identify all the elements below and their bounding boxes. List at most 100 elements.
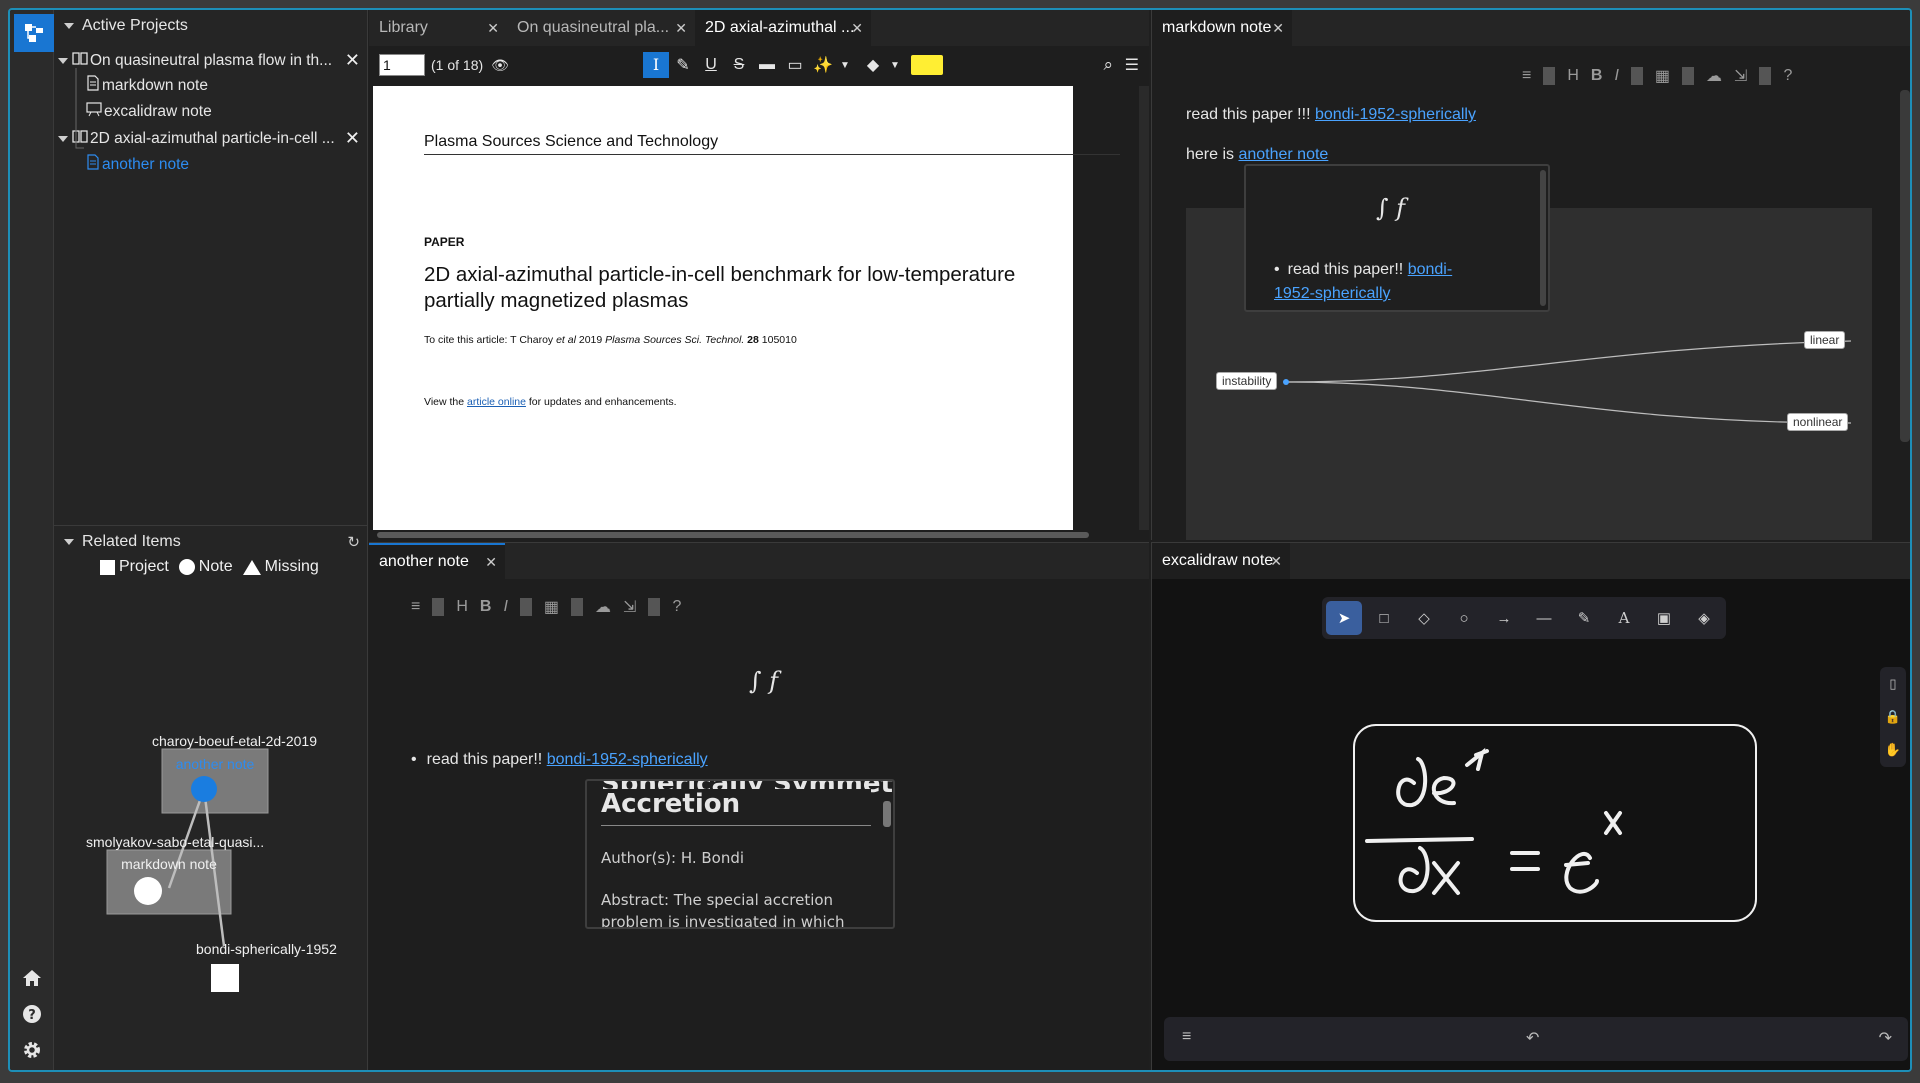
pdf-page[interactable]: Plasma Sources Science and Technology PA… <box>373 86 1120 530</box>
italic-icon[interactable]: I <box>497 598 513 616</box>
align-icon[interactable]: ≡ <box>1516 67 1537 85</box>
horizontal-scrollbar[interactable] <box>377 532 1089 538</box>
close-tab-icon[interactable]: ✕ <box>1270 553 1282 570</box>
another-note-link[interactable]: another note <box>1238 146 1328 163</box>
library-icon[interactable]: ▯ <box>1889 676 1896 692</box>
project-row[interactable]: 2D axial-azimuthal particle-in-cell ... … <box>56 126 366 151</box>
close-tab-icon[interactable]: ✕ <box>851 20 863 37</box>
help-icon[interactable]: ? <box>666 598 687 616</box>
tab-quasineutral[interactable]: On quasineutral pla... ✕ <box>507 10 695 46</box>
text-cursor-icon[interactable]: I <box>643 52 669 78</box>
tree-item-excalidraw-note[interactable]: excalidraw note <box>86 99 212 124</box>
mindmap-node[interactable]: nonlinear <box>1787 413 1849 431</box>
tab-library[interactable]: Library ✕ <box>369 10 507 46</box>
diamond-tool-icon[interactable]: ◇ <box>1406 609 1442 627</box>
heading-icon[interactable]: H <box>1561 67 1585 85</box>
chevron-down-icon[interactable]: ▼ <box>887 60 903 71</box>
tab-another-note[interactable]: another note ✕ <box>369 543 505 579</box>
related-items-panel: Related Items ↻ Project Note Missing cha… <box>54 525 368 1070</box>
rectangle-icon[interactable]: ▬ <box>753 56 781 74</box>
close-project-icon[interactable]: ✕ <box>345 50 360 71</box>
markdown-toolbar: ≡ H B I ▦ ☁ ⇲ ? <box>405 597 687 617</box>
bold-icon[interactable]: B <box>474 598 498 616</box>
lock-icon[interactable]: 🔒 <box>1885 709 1901 725</box>
italic-icon[interactable]: I <box>1608 67 1624 85</box>
export-icon[interactable]: ⇲ <box>1728 66 1753 86</box>
ellipse-tool-icon[interactable]: ○ <box>1446 610 1482 627</box>
graph-project-node[interactable] <box>211 964 239 992</box>
markdown-line: read this paper !!! bondi-1952-spherical… <box>1186 106 1476 123</box>
tab-markdown-note[interactable]: markdown note ✕ <box>1152 10 1292 46</box>
close-project-icon[interactable]: ✕ <box>345 128 360 149</box>
chevron-down-icon[interactable] <box>64 23 74 29</box>
select-arrow-icon[interactable]: ➤ <box>1326 601 1362 635</box>
project-row[interactable]: On quasineutral plasma flow in th... ✕ <box>56 48 366 73</box>
table-icon[interactable]: ▦ <box>1649 66 1676 86</box>
rectangle-tool-icon[interactable]: □ <box>1366 610 1402 627</box>
close-tab-icon[interactable]: ✕ <box>487 20 499 37</box>
app-logo-icon[interactable] <box>14 14 54 52</box>
close-tab-icon[interactable]: ✕ <box>485 554 497 571</box>
excalidraw-pane: excalidraw note ✕ ➤ □ ◇ ○ → — ✎ A ▣ ◈ ▯ 🔒… <box>1151 542 1910 1070</box>
graph-note-node[interactable] <box>134 877 162 905</box>
menu-icon[interactable]: ≡ <box>1182 1028 1191 1046</box>
pencil-tool-icon[interactable]: ✎ <box>1566 609 1602 627</box>
excalidraw-drawing[interactable] <box>1352 723 1772 923</box>
outline-list-icon[interactable]: ☰ <box>1125 55 1139 75</box>
chevron-down-icon[interactable]: ▼ <box>837 60 853 71</box>
highlight-color-swatch[interactable] <box>911 55 943 75</box>
chevron-down-icon[interactable] <box>58 57 68 64</box>
project-title: 2D axial-azimuthal particle-in-cell ... <box>90 129 335 147</box>
bold-icon[interactable]: B <box>1585 67 1609 85</box>
tree-item-markdown-note[interactable]: markdown note <box>86 73 208 98</box>
close-tab-icon[interactable]: ✕ <box>1272 20 1284 37</box>
eye-icon[interactable]: 👁 <box>491 57 509 74</box>
bondi-link[interactable]: bondi- <box>1408 261 1452 278</box>
line-tool-icon[interactable]: — <box>1526 610 1562 627</box>
tree-guides <box>75 68 84 149</box>
mindmap-node-root[interactable]: instability <box>1216 372 1278 390</box>
reference-hover-popup: Spherically Symmetrical Accretion Author… <box>585 779 895 929</box>
tab-2d-axial[interactable]: 2D axial-azimuthal ... ✕ <box>695 10 871 46</box>
active-projects-header[interactable]: Active Projects <box>54 10 367 42</box>
arrow-tool-icon[interactable]: → <box>1486 610 1522 627</box>
heading-icon[interactable]: H <box>450 598 474 616</box>
search-icon[interactable]: ⌕ <box>1103 55 1113 75</box>
undo-icon[interactable]: ↶ <box>1526 1028 1539 1048</box>
text-tool-icon[interactable]: A <box>1606 609 1642 627</box>
popup-scrollbar[interactable] <box>883 801 891 827</box>
align-icon[interactable]: ≡ <box>405 598 426 616</box>
bondi-link[interactable]: bondi-1952-spherically <box>547 751 708 768</box>
popup-scrollbar[interactable] <box>1540 170 1546 306</box>
bondi-link[interactable]: 1952-spherically <box>1274 285 1391 302</box>
eraser-icon[interactable]: ◆ <box>859 55 887 75</box>
vertical-scrollbar[interactable] <box>1139 86 1149 530</box>
mindmap-node[interactable]: linear <box>1804 331 1846 349</box>
eraser-tool-icon[interactable]: ◈ <box>1686 609 1722 627</box>
article-online-link[interactable]: article online <box>467 396 526 408</box>
image-tool-icon[interactable]: ▣ <box>1646 609 1682 627</box>
comment-icon[interactable]: ▭ <box>781 55 809 75</box>
tab-excalidraw-note[interactable]: excalidraw note ✕ <box>1152 543 1290 579</box>
help-icon[interactable]: ? <box>10 1004 54 1024</box>
hand-icon[interactable]: ✋ <box>1885 742 1901 758</box>
chevron-down-icon[interactable] <box>58 135 68 142</box>
close-tab-icon[interactable]: ✕ <box>675 20 687 37</box>
help-icon[interactable]: ? <box>1777 67 1798 85</box>
home-icon[interactable] <box>10 968 54 988</box>
excalidraw-toolbar: ➤ □ ◇ ○ → — ✎ A ▣ ◈ <box>1322 597 1726 639</box>
bondi-link[interactable]: bondi-1952-spherically <box>1315 106 1476 123</box>
export-icon[interactable]: ⇲ <box>617 597 642 617</box>
settings-gear-icon[interactable] <box>10 1040 54 1060</box>
pen-icon[interactable]: ✎ <box>669 55 697 75</box>
underline-icon[interactable]: U <box>697 56 725 74</box>
upload-icon[interactable]: ☁ <box>1700 66 1728 86</box>
redo-icon[interactable]: ↷ <box>1879 1028 1892 1048</box>
table-icon[interactable]: ▦ <box>538 597 565 617</box>
magic-wand-icon[interactable]: ✨ <box>809 55 837 75</box>
strikethrough-icon[interactable]: S <box>725 56 753 74</box>
page-number-input[interactable] <box>379 54 425 76</box>
vertical-scrollbar[interactable] <box>1900 90 1910 442</box>
graph-note-node[interactable] <box>191 776 217 802</box>
upload-icon[interactable]: ☁ <box>589 597 617 617</box>
